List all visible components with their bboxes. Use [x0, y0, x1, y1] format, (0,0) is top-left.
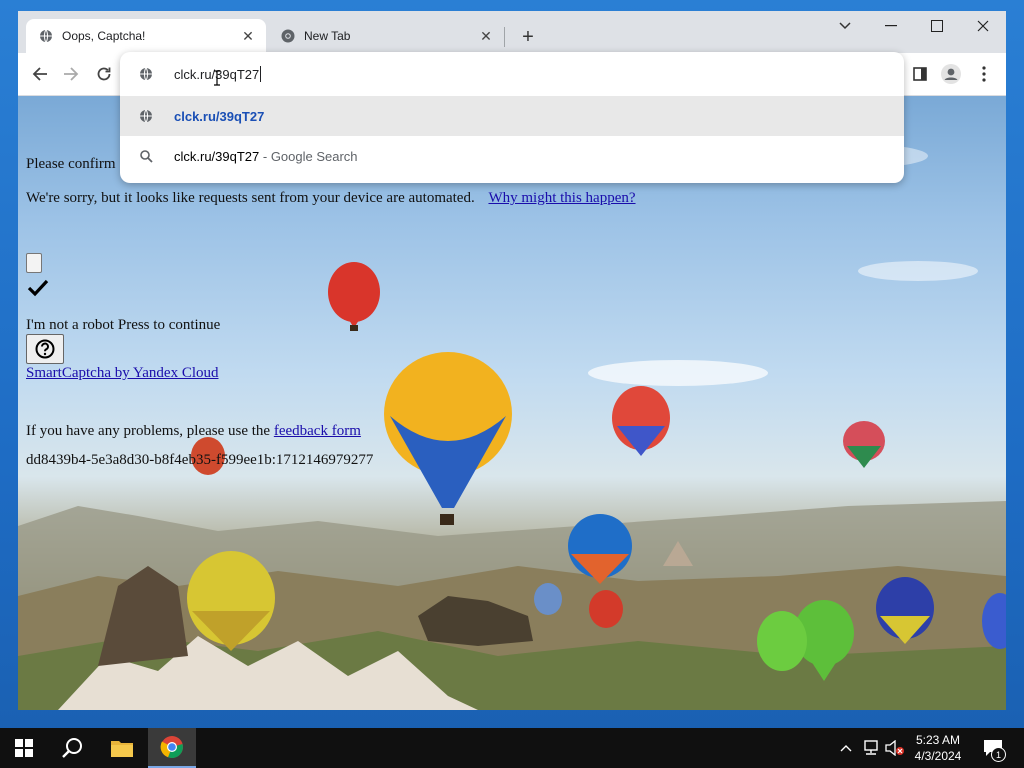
minimize-icon — [885, 25, 897, 27]
chevron-down-icon — [839, 22, 851, 30]
hot-air-balloon-landscape-background — [18, 144, 1006, 710]
notification-count-badge: 1 — [991, 747, 1006, 762]
tab-oops-captcha[interactable]: Oops, Captcha! ✕ — [26, 19, 266, 53]
page-content: Please confirm We're sorry, but it looks… — [18, 96, 1006, 710]
clock-date: 4/3/2024 — [914, 749, 962, 763]
back-arrow-icon — [32, 67, 47, 81]
profile-button[interactable] — [938, 61, 964, 87]
show-hidden-icons-button[interactable] — [836, 728, 856, 768]
close-window-button[interactable] — [960, 11, 1006, 41]
maximize-button[interactable] — [914, 11, 960, 41]
balloon — [328, 262, 380, 331]
robot-checkbox[interactable] — [26, 253, 42, 273]
tab-new-tab[interactable]: New Tab ✕ — [268, 19, 504, 53]
tab-title: Oops, Captcha! — [62, 29, 146, 43]
balloon — [843, 421, 885, 468]
reload-button[interactable] — [91, 61, 117, 87]
please-confirm-text: Please confirm — [26, 156, 116, 172]
tab-title: New Tab — [304, 29, 351, 43]
balloon — [384, 352, 512, 525]
folder-icon — [111, 741, 133, 757]
volume-button[interactable] — [884, 728, 906, 768]
problems-message: If you have any problems, please use the… — [26, 423, 361, 440]
search-icon — [136, 149, 156, 163]
network-icon — [864, 740, 878, 755]
more-vert-icon — [982, 66, 986, 82]
maximize-icon — [931, 20, 943, 32]
help-button[interactable] — [26, 334, 64, 364]
chrome-taskbar-button[interactable] — [148, 728, 196, 768]
balloon — [612, 386, 670, 456]
chevron-up-icon — [840, 745, 852, 752]
side-panel-button[interactable] — [907, 61, 933, 87]
browser-window: Oops, Captcha! ✕ New Tab ✕ + clck.ru/39q… — [18, 11, 1006, 710]
back-button[interactable] — [27, 61, 53, 87]
search-icon — [62, 738, 82, 758]
balloon — [534, 583, 562, 615]
omnibox-input[interactable]: clck.ru/39qT27 — [120, 52, 904, 96]
problems-text: If you have any problems, please use the — [26, 423, 271, 439]
globe-icon — [136, 67, 156, 81]
globe-icon — [136, 109, 156, 123]
side-panel-icon — [913, 67, 927, 81]
close-icon — [977, 20, 989, 32]
omnibox-dropdown: clck.ru/39qT27 clck.ru/39qT27 clck.ru/39… — [120, 52, 904, 183]
network-button[interactable] — [860, 728, 882, 768]
balloon — [757, 611, 807, 671]
forward-button[interactable] — [58, 61, 84, 87]
tab-strip: Oops, Captcha! ✕ New Tab ✕ + — [18, 11, 1006, 53]
suggestion-text: clck.ru/39qT27 — [174, 108, 265, 124]
new-tab-button[interactable]: + — [514, 23, 542, 51]
avatar-icon — [941, 64, 961, 84]
close-tab-icon[interactable]: ✕ — [238, 26, 258, 46]
question-mark-icon — [35, 339, 55, 359]
suggestion-url[interactable]: clck.ru/39qT27 — [120, 96, 904, 136]
request-id-text: dd8439b4-5e3a8d30-b8f4eb35-f599ee1b:1712… — [26, 452, 374, 468]
clock[interactable]: 5:23 AM 4/3/2024 — [908, 728, 968, 768]
taskbar: 5:23 AM 4/3/2024 1 — [0, 728, 1024, 768]
start-button[interactable] — [0, 728, 48, 768]
tab-separator — [504, 27, 505, 47]
close-tab-icon[interactable]: ✕ — [476, 26, 496, 46]
feedback-form-link[interactable]: feedback form — [274, 423, 361, 439]
smartcaptcha-link[interactable]: SmartCaptcha by Yandex Cloud — [26, 365, 219, 382]
volume-muted-icon — [885, 740, 904, 756]
minimize-button[interactable] — [868, 11, 914, 41]
suggestion-suffix: - Google Search — [259, 148, 358, 164]
automated-requests-text: We're sorry, but it looks like requests … — [26, 190, 475, 206]
text-select-cursor-icon — [214, 70, 220, 86]
suggestion-search[interactable]: clck.ru/39qT27 - Google Search — [120, 136, 904, 176]
chrome-icon — [160, 736, 183, 759]
tab-search-button[interactable] — [822, 11, 868, 41]
forward-arrow-icon — [64, 67, 79, 81]
reload-icon — [97, 67, 111, 81]
automated-requests-message: We're sorry, but it looks like requests … — [26, 190, 636, 207]
why-might-this-happen-link[interactable]: Why might this happen? — [488, 190, 635, 206]
globe-icon — [38, 28, 54, 44]
text-cursor — [260, 66, 262, 82]
notifications-button[interactable]: 1 — [978, 728, 1008, 768]
balloon — [589, 590, 623, 628]
file-explorer-button[interactable] — [98, 728, 146, 768]
clock-time: 5:23 AM — [915, 733, 961, 747]
menu-button[interactable] — [971, 61, 997, 87]
chrome-icon — [280, 28, 296, 44]
checkmark-icon — [27, 279, 49, 297]
not-a-robot-label[interactable]: I'm not a robot Press to continue — [26, 317, 220, 334]
suggestion-text: clck.ru/39qT27 — [174, 148, 260, 164]
search-button[interactable] — [48, 728, 96, 768]
windows-icon — [15, 739, 33, 757]
